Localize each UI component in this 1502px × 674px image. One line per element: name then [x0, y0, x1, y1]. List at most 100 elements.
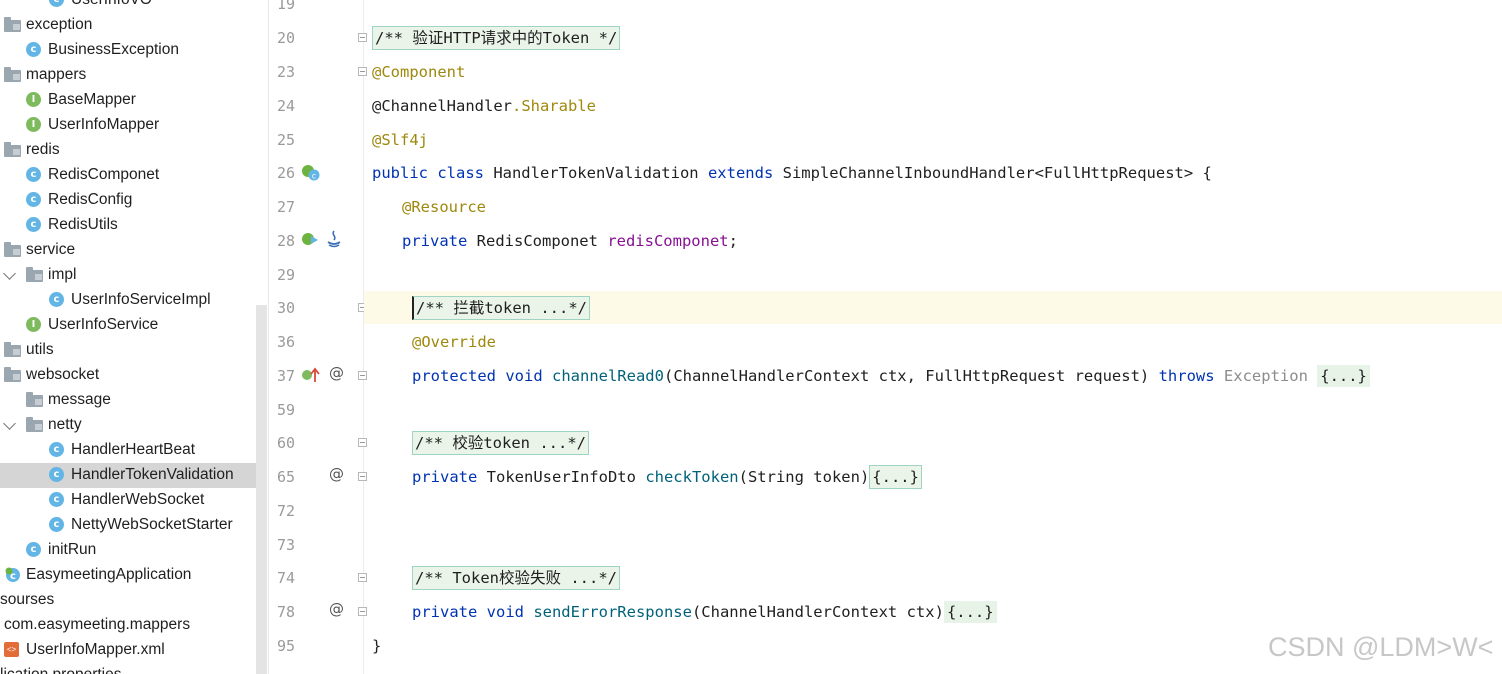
at-icon[interactable]: @: [329, 465, 344, 483]
code-line-60[interactable]: /** 校验token ...*/: [412, 431, 589, 455]
code-line-20[interactable]: /** 验证HTTP请求中的Token */: [372, 26, 621, 50]
code-line-28[interactable]: private RedisComponet redisComponet;: [402, 230, 738, 252]
line-number: 30: [276, 299, 295, 317]
tree-item-impl[interactable]: impl: [0, 263, 268, 288]
tree-item-mappers-package[interactable]: com.easymeeting.mappers: [0, 613, 268, 638]
class-icon: c: [26, 542, 41, 557]
code-line-65[interactable]: private TokenUserInfoDto checkToken(Stri…: [412, 465, 922, 489]
code-line-23[interactable]: @Component: [372, 61, 465, 83]
code-line-74[interactable]: /** Token校验失败 ...*/: [412, 566, 620, 590]
code-line-27[interactable]: @Resource: [402, 196, 486, 218]
watermark: CSDN @LDM>W<: [1268, 632, 1494, 662]
line-number: 25: [276, 131, 295, 149]
line-number: 59: [276, 401, 295, 419]
code-editor[interactable]: /** 验证HTTP请求中的Token */ @Component @Chann…: [364, 0, 1502, 674]
folder-icon: [26, 417, 43, 432]
code-line-25[interactable]: @Slf4j: [372, 129, 428, 151]
tree-item-userinfovo[interactable]: cUserInfoVO: [0, 0, 268, 13]
folded-doc-comment[interactable]: /** 校验token ...*/: [412, 431, 589, 455]
folder-icon: [4, 242, 21, 257]
tree-item-redisconfig[interactable]: c RedisConfig: [0, 188, 268, 213]
chevron-down-icon[interactable]: [3, 417, 16, 430]
folder-icon: [4, 17, 21, 32]
code-line-26[interactable]: public class HandlerTokenValidation exte…: [372, 162, 1212, 184]
tree-item-application-properties[interactable]: lication.properties: [0, 663, 268, 674]
svg-text:c: c: [312, 172, 316, 181]
folded-doc-comment[interactable]: /** 验证HTTP请求中的Token */: [372, 26, 621, 50]
at-icon[interactable]: @: [329, 600, 344, 618]
spring-bean-icon[interactable]: c: [301, 164, 321, 182]
tree-item-redisutils[interactable]: c RedisUtils: [0, 213, 268, 238]
tree-item-handlerwebsocket[interactable]: c HandlerWebSocket: [0, 488, 268, 513]
folded-method-body[interactable]: {...}: [943, 601, 997, 623]
tree-item-userinfomapper[interactable]: I UserInfoMapper: [0, 113, 268, 138]
tree-item-service[interactable]: service: [0, 238, 268, 263]
chevron-down-icon[interactable]: [3, 267, 16, 280]
folded-method-body[interactable]: {...}: [1317, 365, 1370, 387]
folder-icon: [26, 267, 43, 282]
tree-item-websocket[interactable]: websocket: [0, 363, 268, 388]
line-number: 65: [276, 468, 295, 486]
folded-method-body[interactable]: {...}: [869, 465, 922, 489]
tree-item-utils[interactable]: utils: [0, 338, 268, 363]
interface-icon: I: [26, 92, 41, 107]
autowire-navigate-icon[interactable]: [301, 231, 321, 249]
folder-icon: [4, 142, 21, 157]
code-line-37[interactable]: protected void channelRead0(ChannelHandl…: [412, 365, 1370, 387]
line-number: 23: [276, 63, 295, 81]
class-icon: c: [26, 192, 41, 207]
code-line-78[interactable]: private void sendErrorResponse(ChannelHa…: [412, 601, 997, 623]
at-icon[interactable]: @: [329, 364, 344, 382]
tree-item-handlerheartbeat[interactable]: c HandlerHeartBeat: [0, 438, 268, 463]
class-icon: c: [49, 442, 64, 457]
class-icon: c: [49, 517, 64, 532]
java-injection-icon[interactable]: [325, 229, 343, 249]
tree-item-mappers[interactable]: mappers: [0, 63, 268, 88]
code-line-36[interactable]: @Override: [412, 331, 496, 353]
line-number: 27: [276, 198, 295, 216]
line-number: 26: [276, 164, 295, 182]
tree-item-initrun[interactable]: c initRun: [0, 538, 268, 563]
tree-item-businessexception[interactable]: c BusinessException: [0, 38, 268, 63]
class-icon: c: [26, 42, 41, 57]
code-line-95[interactable]: }: [372, 635, 381, 657]
interface-icon: I: [26, 117, 41, 132]
overrides-method-icon[interactable]: [301, 366, 321, 384]
tree-item-rediscomponet[interactable]: c RedisComponet: [0, 163, 268, 188]
tree-item-userinfomapper-xml[interactable]: <> UserInfoMapper.xml: [0, 638, 268, 663]
folder-icon: [26, 392, 43, 407]
tree-item-exception[interactable]: exception: [0, 13, 268, 38]
folder-icon: [4, 342, 21, 357]
tree-item-userinfoserviceimpl[interactable]: c UserInfoServiceImpl: [0, 288, 268, 313]
class-icon: c: [49, 492, 64, 507]
tree-item-redis[interactable]: redis: [0, 138, 268, 163]
xml-file-icon: <>: [4, 642, 19, 657]
tree-item-handlertokenvalidation[interactable]: c HandlerTokenValidation: [0, 463, 256, 488]
project-tree[interactable]: cUserInfoVO exception cBusinessException…: [0, 0, 269, 674]
spring-app-icon: c: [5, 567, 20, 582]
tree-scrollbar[interactable]: [256, 305, 267, 674]
line-number: 19: [276, 0, 295, 13]
interface-icon: I: [26, 317, 41, 332]
line-number: 29: [276, 266, 295, 284]
line-number: 72: [276, 502, 295, 520]
tree-item-userinfoservice[interactable]: I UserInfoService: [0, 313, 268, 338]
tree-item-message[interactable]: message: [0, 388, 268, 413]
code-line-30[interactable]: /** 拦截token ...*/: [412, 296, 590, 320]
class-icon: c: [49, 467, 64, 482]
folded-doc-comment[interactable]: /** 拦截token ...*/: [412, 296, 590, 320]
line-number: 78: [276, 603, 295, 621]
folder-icon: [4, 367, 21, 382]
tree-item-easymeetingapplication[interactable]: c EasymeetingApplication: [0, 563, 268, 588]
line-number: 24: [276, 97, 295, 115]
folded-doc-comment[interactable]: /** Token校验失败 ...*/: [412, 566, 620, 590]
editor-gutter: 19 20 23 24 25 26 27 28 29 30 36 37 59 6…: [269, 0, 395, 674]
tree-item-resources[interactable]: sourses: [0, 588, 268, 613]
tree-item-nettywebsocketstarter[interactable]: c NettyWebSocketStarter: [0, 513, 268, 538]
tree-item-basemapper[interactable]: I BaseMapper: [0, 88, 268, 113]
line-number: 37: [276, 367, 295, 385]
tree-item-netty[interactable]: netty: [0, 413, 268, 438]
code-line-24[interactable]: @ChannelHandler.Sharable: [372, 95, 596, 117]
line-number: 95: [276, 637, 295, 655]
line-number: 36: [276, 333, 295, 351]
